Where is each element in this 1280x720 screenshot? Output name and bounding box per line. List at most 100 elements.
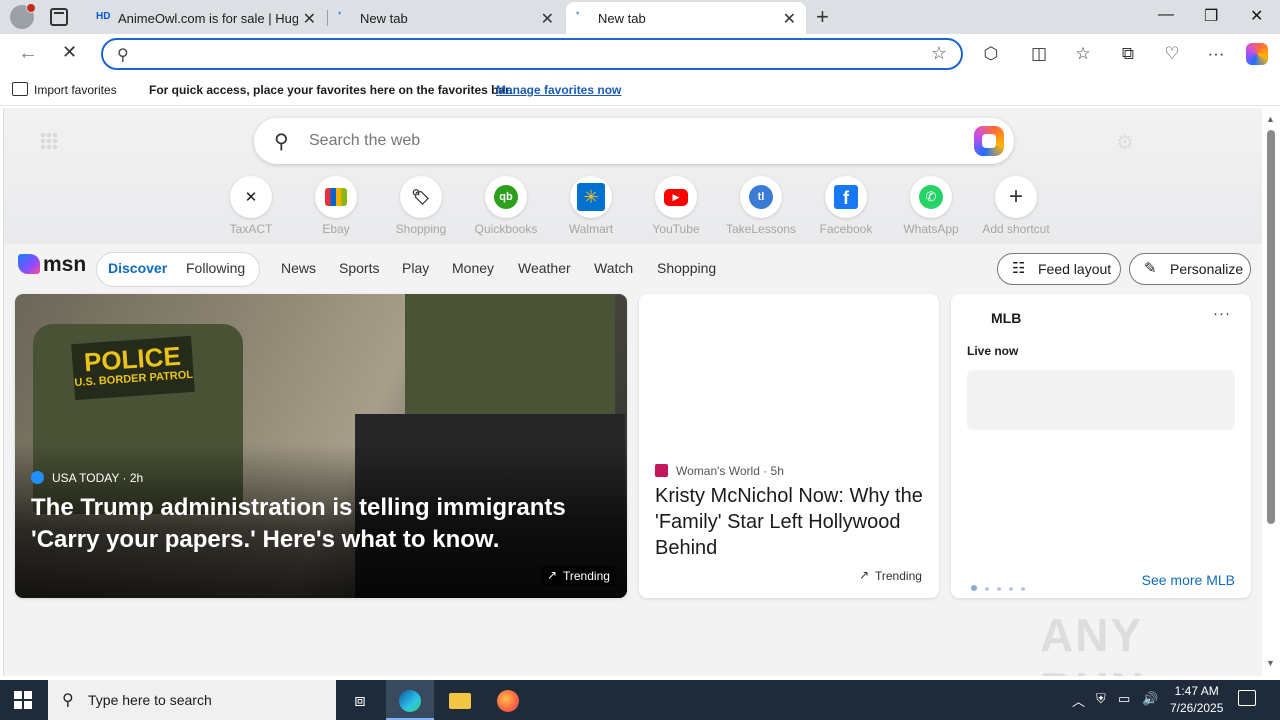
personalize-button[interactable]: ✎ Personalize: [1129, 253, 1251, 285]
show-hidden-icons[interactable]: ︿: [1072, 691, 1085, 710]
tab-discover[interactable]: Discover: [108, 260, 167, 276]
favorites-icon[interactable]: ☆: [1072, 43, 1094, 65]
ebay-icon: [315, 176, 357, 218]
search-input[interactable]: Search the web: [309, 132, 420, 150]
quick-link-label: Quickbooks: [474, 222, 538, 236]
stop-loading-icon[interactable]: ✕: [62, 42, 77, 63]
hd-favicon-icon: HD: [96, 11, 111, 22]
import-favorites-button[interactable]: Import favorites: [34, 83, 117, 97]
taskbar-search-input[interactable]: Type here to search: [88, 692, 212, 708]
quick-link-taxact[interactable]: ✕ TaxACT: [216, 176, 286, 236]
collections-icon[interactable]: ⧉: [1117, 43, 1139, 65]
notifications-icon[interactable]: [1238, 690, 1256, 706]
tab-actions-icon[interactable]: [50, 8, 68, 26]
more-options-icon[interactable]: ···: [1213, 305, 1231, 322]
feed-layout-button[interactable]: ☷ Feed layout: [997, 253, 1121, 285]
browser-essentials-icon[interactable]: ♡: [1161, 43, 1183, 65]
close-tab-icon[interactable]: ✕: [783, 9, 796, 29]
gear-icon[interactable]: ⚙: [1116, 130, 1134, 155]
nav-shopping[interactable]: Shopping: [657, 260, 716, 276]
nav-sports[interactable]: Sports: [339, 260, 379, 276]
close-tab-icon[interactable]: ✕: [541, 9, 554, 29]
windows-start-icon[interactable]: [14, 691, 32, 709]
quick-link-ebay[interactable]: Ebay: [301, 176, 371, 236]
carousel-dot[interactable]: [1021, 587, 1025, 591]
nav-news[interactable]: News: [281, 260, 316, 276]
split-screen-icon[interactable]: ◫: [1028, 43, 1050, 65]
new-tab-button[interactable]: +: [816, 4, 829, 30]
volume-icon[interactable]: 🔊: [1142, 691, 1158, 707]
news-card-main[interactable]: POLICE U.S. BORDER PATROL USA TODAY · 2h…: [15, 294, 627, 598]
nav-watch[interactable]: Watch: [594, 260, 633, 276]
usa-today-logo-icon: [31, 471, 44, 484]
page-scrollbar[interactable]: ▲ ▼: [1262, 108, 1280, 676]
quick-link-takelessons[interactable]: tl TakeLessons: [726, 176, 796, 236]
web-search-box[interactable]: ⚲ Search the web: [254, 118, 1014, 164]
mlb-title[interactable]: MLB: [991, 310, 1021, 326]
trending-icon: ↗: [859, 568, 870, 582]
nav-play[interactable]: Play: [402, 260, 429, 276]
tab-following[interactable]: Following: [186, 260, 245, 276]
add-shortcut-button[interactable]: + Add shortcut: [981, 176, 1051, 236]
firefox-icon[interactable]: [484, 680, 532, 720]
tab-new-tab-active[interactable]: ❜ New tab ✕: [566, 2, 806, 34]
carousel-dot[interactable]: [997, 587, 1001, 591]
headline[interactable]: The Trump administration is telling immi…: [31, 492, 591, 556]
quick-link-whatsapp[interactable]: ✆ WhatsApp: [896, 176, 966, 236]
quick-link-label: Facebook: [819, 222, 873, 236]
new-tab-page: ⚲ Search the web ⚙ ✕ TaxACT Ebay 🏷 Shopp…: [3, 108, 1262, 676]
source-age: 5h: [770, 464, 784, 478]
network-icon[interactable]: ▭: [1118, 691, 1130, 707]
apps-grid-icon[interactable]: [40, 132, 58, 150]
minimize-icon[interactable]: —: [1158, 6, 1174, 24]
search-icon: ⚲: [117, 47, 129, 64]
scroll-down-icon[interactable]: ▼: [1266, 658, 1275, 668]
quick-link-walmart[interactable]: ✳ Walmart: [556, 176, 626, 236]
file-explorer-icon[interactable]: [436, 680, 484, 720]
close-window-icon[interactable]: ✕: [1250, 6, 1263, 26]
restore-icon[interactable]: ❐: [1204, 6, 1218, 26]
quick-link-quickbooks[interactable]: qb Quickbooks: [471, 176, 541, 236]
scrollbar-thumb[interactable]: [1267, 130, 1275, 524]
trending-label: Trending: [563, 569, 610, 583]
copilot-icon[interactable]: [974, 126, 1004, 156]
address-bar[interactable]: ⚲ ☆: [101, 38, 963, 70]
edge-taskbar-icon[interactable]: [386, 680, 434, 720]
tab-new-tab-1[interactable]: ❜ New tab ✕: [328, 2, 564, 34]
manage-favorites-link[interactable]: Manage favorites now: [496, 83, 621, 97]
copilot-icon[interactable]: [1246, 43, 1268, 65]
nav-money[interactable]: Money: [452, 260, 494, 276]
msn-logo[interactable]: msn: [18, 253, 86, 277]
takelessons-icon: tl: [740, 176, 782, 218]
live-game-placeholder: [967, 370, 1235, 430]
quick-link-youtube[interactable]: ▶ YouTube: [641, 176, 711, 236]
quick-link-facebook[interactable]: f Facebook: [811, 176, 881, 236]
quick-link-shopping[interactable]: 🏷 Shopping: [386, 176, 456, 236]
clock-date: 7/26/2025: [1170, 701, 1224, 715]
profile-avatar[interactable]: [10, 3, 36, 29]
carousel-dot[interactable]: [971, 585, 977, 591]
security-icon[interactable]: ⛨: [1096, 691, 1106, 707]
see-more-mlb-link[interactable]: See more MLB: [1142, 572, 1235, 588]
scroll-up-icon[interactable]: ▲: [1266, 114, 1275, 124]
clock[interactable]: 1:47 AM 7/26/2025: [1170, 683, 1223, 717]
task-view-icon[interactable]: ⧈: [336, 680, 384, 720]
carousel-dot[interactable]: [985, 587, 989, 591]
source-age: 2h: [129, 471, 144, 485]
taskbar-search[interactable]: ⚲ Type here to search: [48, 680, 336, 720]
tab-title: New tab: [360, 10, 408, 26]
headline[interactable]: Kristy McNichol Now: Why the 'Family' St…: [655, 483, 925, 561]
close-tab-icon[interactable]: ✕: [303, 9, 316, 29]
nav-weather[interactable]: Weather: [518, 260, 571, 276]
news-card-secondary[interactable]: Woman's World · 5h Kristy McNichol Now: …: [639, 294, 939, 598]
favorites-bar: Import favorites For quick access, place…: [0, 74, 1280, 106]
import-icon[interactable]: [12, 82, 28, 96]
tab-strip: HD AnimeOwl.com is for sale | HugeD ✕ ❜ …: [0, 0, 1280, 34]
tab-animeowl[interactable]: HD AnimeOwl.com is for sale | HugeD ✕: [86, 2, 326, 34]
carousel-dot[interactable]: [1009, 587, 1013, 591]
extensions-icon[interactable]: ⬡: [980, 43, 1002, 65]
settings-more-icon[interactable]: ···: [1205, 43, 1227, 65]
favorite-star-icon[interactable]: ☆: [931, 43, 947, 64]
trending-badge: ↗ Trending: [853, 566, 928, 586]
back-icon[interactable]: ←: [18, 42, 38, 65]
